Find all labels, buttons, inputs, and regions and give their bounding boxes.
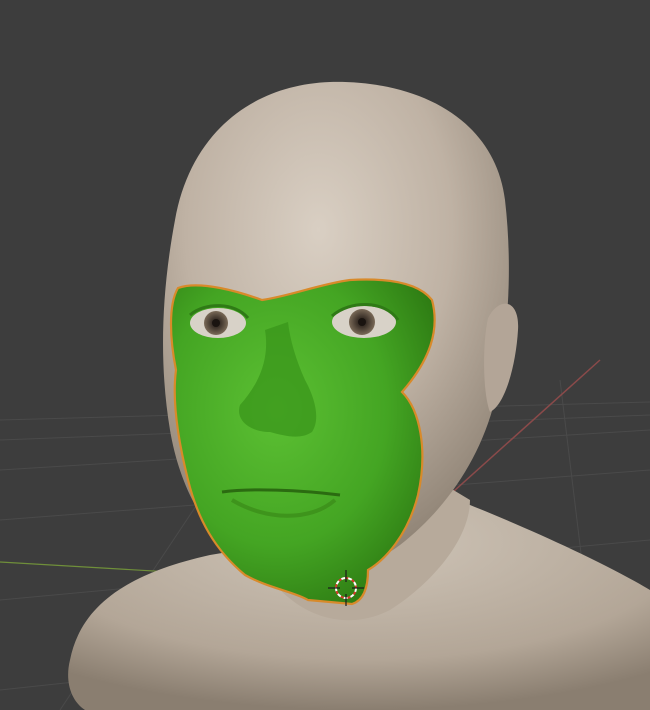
ear-mesh xyxy=(484,303,519,412)
viewport-canvas[interactable] xyxy=(0,0,650,710)
3d-viewport[interactable] xyxy=(0,0,650,710)
